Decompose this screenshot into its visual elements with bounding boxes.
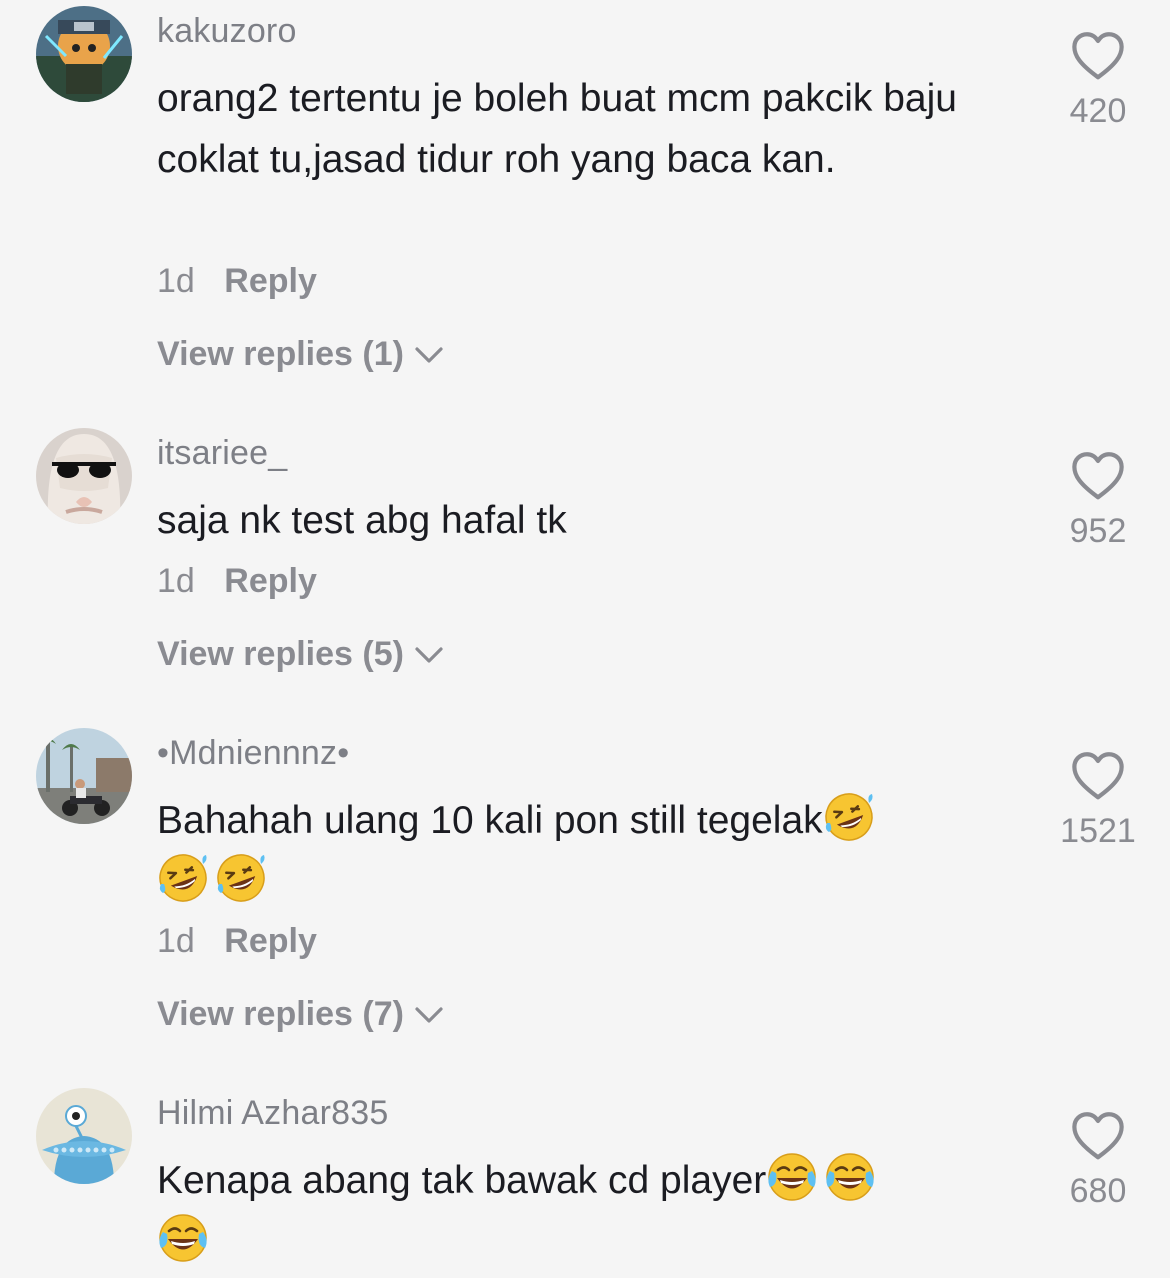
comment-text-content: orang2 tertentu je boleh buat mcm pakcik… — [157, 77, 957, 181]
rolling-laughing-emoji — [823, 791, 875, 843]
like-count: 420 — [1069, 92, 1127, 130]
like-button[interactable]: 420 — [1060, 30, 1136, 131]
comment-time: 1d — [157, 562, 195, 600]
view-replies-button[interactable]: View replies (1) — [157, 335, 444, 374]
rolling-laughing-emoji — [215, 852, 267, 904]
comment-text-content: Bahahah ulang 10 kali pon still tegelak — [157, 799, 823, 842]
view-replies-button[interactable]: View replies (7) — [157, 995, 444, 1034]
chevron-down-icon — [414, 1005, 444, 1025]
tears-of-joy-emoji — [824, 1151, 876, 1203]
comment-text: Kenapa abang tak bawak cd player — [157, 1150, 1017, 1272]
view-replies-button[interactable]: View replies (5) — [157, 635, 444, 674]
heart-outline-icon — [1071, 30, 1125, 84]
comment-meta: 1d Reply — [157, 562, 317, 601]
comment-username[interactable]: Hilmi Azhar835 — [157, 1094, 388, 1133]
view-replies-label: View replies (7) — [157, 995, 404, 1033]
comment-username[interactable]: kakuzoro — [157, 12, 297, 51]
like-button[interactable]: 1521 — [1060, 750, 1136, 851]
comment-username[interactable]: •Mdniennnz• — [157, 734, 349, 773]
rolling-laughing-emoji — [157, 852, 209, 904]
comment-text: saja nk test abg hafal tk — [157, 490, 987, 551]
like-count: 952 — [1069, 512, 1127, 550]
comment-text-content: Kenapa abang tak bawak cd player — [157, 1159, 767, 1202]
view-replies-label: View replies (1) — [157, 335, 404, 373]
heart-outline-icon — [1071, 450, 1125, 504]
tears-of-joy-emoji — [766, 1151, 818, 1203]
comment-username[interactable]: itsariee_ — [157, 434, 287, 473]
heart-outline-icon — [1071, 750, 1125, 804]
reply-button[interactable]: Reply — [224, 562, 317, 600]
comment-meta: 1d Reply — [157, 922, 317, 961]
comment-text-content: saja nk test abg hafal tk — [157, 499, 567, 542]
comment-time: 1d — [157, 922, 195, 960]
reply-button[interactable]: Reply — [224, 922, 317, 960]
comment-text: orang2 tertentu je boleh buat mcm pakcik… — [157, 68, 987, 190]
chevron-down-icon — [414, 345, 444, 365]
like-button[interactable]: 680 — [1060, 1110, 1136, 1211]
avatar[interactable] — [36, 728, 132, 824]
comment-text: Bahahah ulang 10 kali pon still tegelak — [157, 790, 1017, 912]
like-count: 680 — [1069, 1172, 1127, 1210]
like-count: 1521 — [1060, 812, 1136, 850]
avatar[interactable] — [36, 6, 132, 102]
like-button[interactable]: 952 — [1060, 450, 1136, 551]
avatar[interactable] — [36, 428, 132, 524]
reply-button[interactable]: Reply — [224, 262, 317, 300]
view-replies-label: View replies (5) — [157, 635, 404, 673]
avatar[interactable] — [36, 1088, 132, 1184]
heart-outline-icon — [1071, 1110, 1125, 1164]
tears-of-joy-emoji — [157, 1212, 209, 1264]
chevron-down-icon — [414, 645, 444, 665]
comment-time: 1d — [157, 262, 195, 300]
comment-meta: 1d Reply — [157, 262, 317, 301]
